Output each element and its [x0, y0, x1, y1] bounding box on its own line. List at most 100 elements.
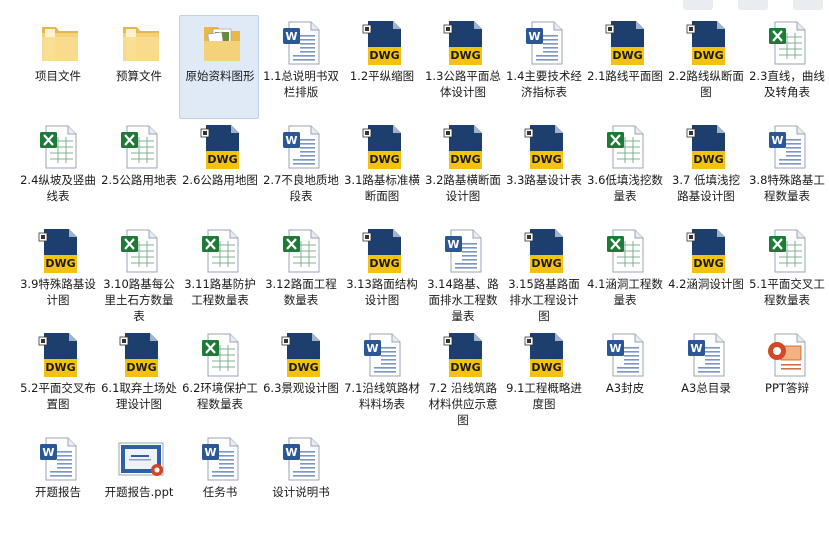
file-item[interactable]: 2.4纵坡及竖曲线表: [17, 119, 97, 223]
file-item[interactable]: DWG 6.1取弃土场处理设计图: [98, 327, 178, 431]
file-item-label: 3.11路基防护工程数量表: [184, 277, 256, 307]
dwg-file-icon: DWG: [522, 331, 570, 379]
file-item-label: 3.3路基设计表: [506, 173, 582, 187]
svg-text:W: W: [690, 342, 702, 355]
dwg-file-icon: DWG: [36, 331, 84, 379]
svg-text:DWG: DWG: [531, 153, 561, 166]
file-item[interactable]: W 2.7不良地质地段表: [260, 119, 340, 223]
top-bar-remnant: [683, 0, 713, 10]
file-item[interactable]: DWG 5.2平面交叉布置图: [17, 327, 97, 431]
svg-text:DWG: DWG: [288, 361, 318, 374]
file-item-label: 4.1涵洞工程数量表: [587, 277, 663, 307]
svg-text:W: W: [285, 134, 297, 147]
file-item[interactable]: W 1.1总说明书双栏排版: [260, 15, 340, 119]
file-item-label: 3.8特殊路基工程数量表: [749, 173, 825, 203]
word-document-icon: W: [279, 123, 327, 171]
file-item[interactable]: DWG 1.2平纵缩图: [341, 15, 421, 119]
file-item[interactable]: 2.3直线，曲线及转角表: [746, 15, 826, 119]
file-item-label: 原始资料图形: [185, 69, 255, 83]
svg-text:DWG: DWG: [369, 49, 399, 62]
file-item[interactable]: 3.6低填浅挖数量表: [584, 119, 664, 223]
dwg-file-icon: DWG: [360, 227, 408, 275]
dwg-file-icon: DWG: [522, 123, 570, 171]
file-item-label: 6.1取弃土场处理设计图: [101, 381, 177, 411]
file-item-label: 开题报告.ppt: [104, 485, 174, 499]
file-item[interactable]: DWG 1.3公路平面总体设计图: [422, 15, 502, 119]
file-item[interactable]: DWG 9.1工程概略进度图: [503, 327, 583, 431]
svg-text:W: W: [285, 30, 297, 43]
svg-text:DWG: DWG: [693, 257, 723, 270]
file-item[interactable]: 原始资料图形: [179, 15, 259, 119]
word-document-icon: W: [198, 435, 246, 483]
svg-text:W: W: [771, 134, 783, 147]
file-item[interactable]: DWG 3.9特殊路基设计图: [17, 223, 97, 327]
file-item-label: 2.5公路用地表: [101, 173, 177, 187]
file-item[interactable]: W 3.14路基、路面排水工程数量表: [422, 223, 502, 327]
file-item[interactable]: W 7.1沿线筑路材料料场表: [341, 327, 421, 431]
svg-text:DWG: DWG: [693, 49, 723, 62]
folder-icon: [117, 19, 165, 67]
file-item[interactable]: DWG 3.1路基标准横断面图: [341, 119, 421, 223]
powerpoint-icon: [765, 331, 813, 379]
svg-text:DWG: DWG: [531, 361, 561, 374]
file-item[interactable]: DWG 2.1路线平面图: [584, 15, 664, 119]
file-item[interactable]: 3.11路基防护工程数量表: [179, 223, 259, 327]
file-item[interactable]: W A3封皮: [584, 327, 664, 431]
dwg-file-icon: DWG: [684, 19, 732, 67]
file-item-label: A3总目录: [681, 381, 731, 395]
svg-text:W: W: [285, 446, 297, 459]
file-item[interactable]: DWG 3.2路基横断面设计图: [422, 119, 502, 223]
file-item-label: 9.1工程概略进度图: [506, 381, 582, 411]
file-item-label: 4.2涵洞设计图: [668, 277, 744, 291]
svg-text:DWG: DWG: [207, 153, 237, 166]
file-item[interactable]: W 3.8特殊路基工程数量表: [746, 119, 826, 223]
excel-spreadsheet-icon: [279, 227, 327, 275]
svg-text:DWG: DWG: [693, 153, 723, 166]
excel-spreadsheet-icon: [765, 19, 813, 67]
file-item[interactable]: DWG 3.15路基路面排水工程设计图: [503, 223, 583, 327]
file-item[interactable]: DWG 6.3景观设计图: [260, 327, 340, 431]
file-item[interactable]: W A3总目录: [665, 327, 745, 431]
file-item[interactable]: 5.1平面交叉工程数量表: [746, 223, 826, 327]
file-item-label: 3.12路面工程数量表: [265, 277, 337, 307]
file-item[interactable]: DWG 4.2涵洞设计图: [665, 223, 745, 327]
file-item[interactable]: DWG 2.6公路用地图: [179, 119, 259, 223]
file-item[interactable]: 3.10路基每公里土石方数量表: [98, 223, 178, 327]
file-item[interactable]: 开题报告.ppt: [98, 431, 178, 535]
excel-spreadsheet-icon: [198, 331, 246, 379]
file-item[interactable]: 预算文件: [98, 15, 178, 119]
file-item[interactable]: 3.12路面工程数量表: [260, 223, 340, 327]
file-item[interactable]: W 开题报告: [17, 431, 97, 535]
dwg-file-icon: DWG: [522, 227, 570, 275]
file-item[interactable]: W 设计说明书: [260, 431, 340, 535]
file-item-label: 3.2路基横断面设计图: [425, 173, 501, 203]
file-item[interactable]: DWG 2.2路线纵断面图: [665, 15, 745, 119]
svg-text:W: W: [366, 342, 378, 355]
file-item[interactable]: PPT答辩: [746, 327, 826, 431]
file-item[interactable]: DWG 7.2 沿线筑路材料供应示意图: [422, 327, 502, 431]
file-item-label: 项目文件: [35, 69, 81, 83]
file-item-label: 3.14路基、路面排水工程数量表: [427, 277, 499, 323]
file-item[interactable]: W 任务书: [179, 431, 259, 535]
file-item-label: 1.2平纵缩图: [349, 69, 415, 83]
svg-text:DWG: DWG: [450, 153, 480, 166]
file-item[interactable]: W 1.4主要技术经济指标表: [503, 15, 583, 119]
file-item[interactable]: DWG 3.3路基设计表: [503, 119, 583, 223]
file-item-label: 1.4主要技术经济指标表: [506, 69, 582, 99]
excel-spreadsheet-icon: [117, 123, 165, 171]
word-document-icon: W: [360, 331, 408, 379]
file-item[interactable]: 6.2环境保护工程数量表: [179, 327, 259, 431]
file-item-label: 2.3直线，曲线及转角表: [749, 69, 825, 99]
word-document-icon: W: [765, 123, 813, 171]
file-item-label: 3.10路基每公里土石方数量表: [103, 277, 175, 323]
file-item[interactable]: 2.5公路用地表: [98, 119, 178, 223]
excel-spreadsheet-icon: [603, 123, 651, 171]
file-item[interactable]: DWG 3.13路面结构设计图: [341, 223, 421, 327]
file-item[interactable]: DWG 3.7 低填浅挖路基设计图: [665, 119, 745, 223]
file-item[interactable]: 项目文件: [17, 15, 97, 119]
svg-text:W: W: [447, 238, 459, 251]
file-item-label: PPT答辩: [765, 381, 809, 395]
svg-text:W: W: [204, 446, 216, 459]
file-item[interactable]: 4.1涵洞工程数量表: [584, 223, 664, 327]
file-item-label: 开题报告: [35, 485, 81, 499]
